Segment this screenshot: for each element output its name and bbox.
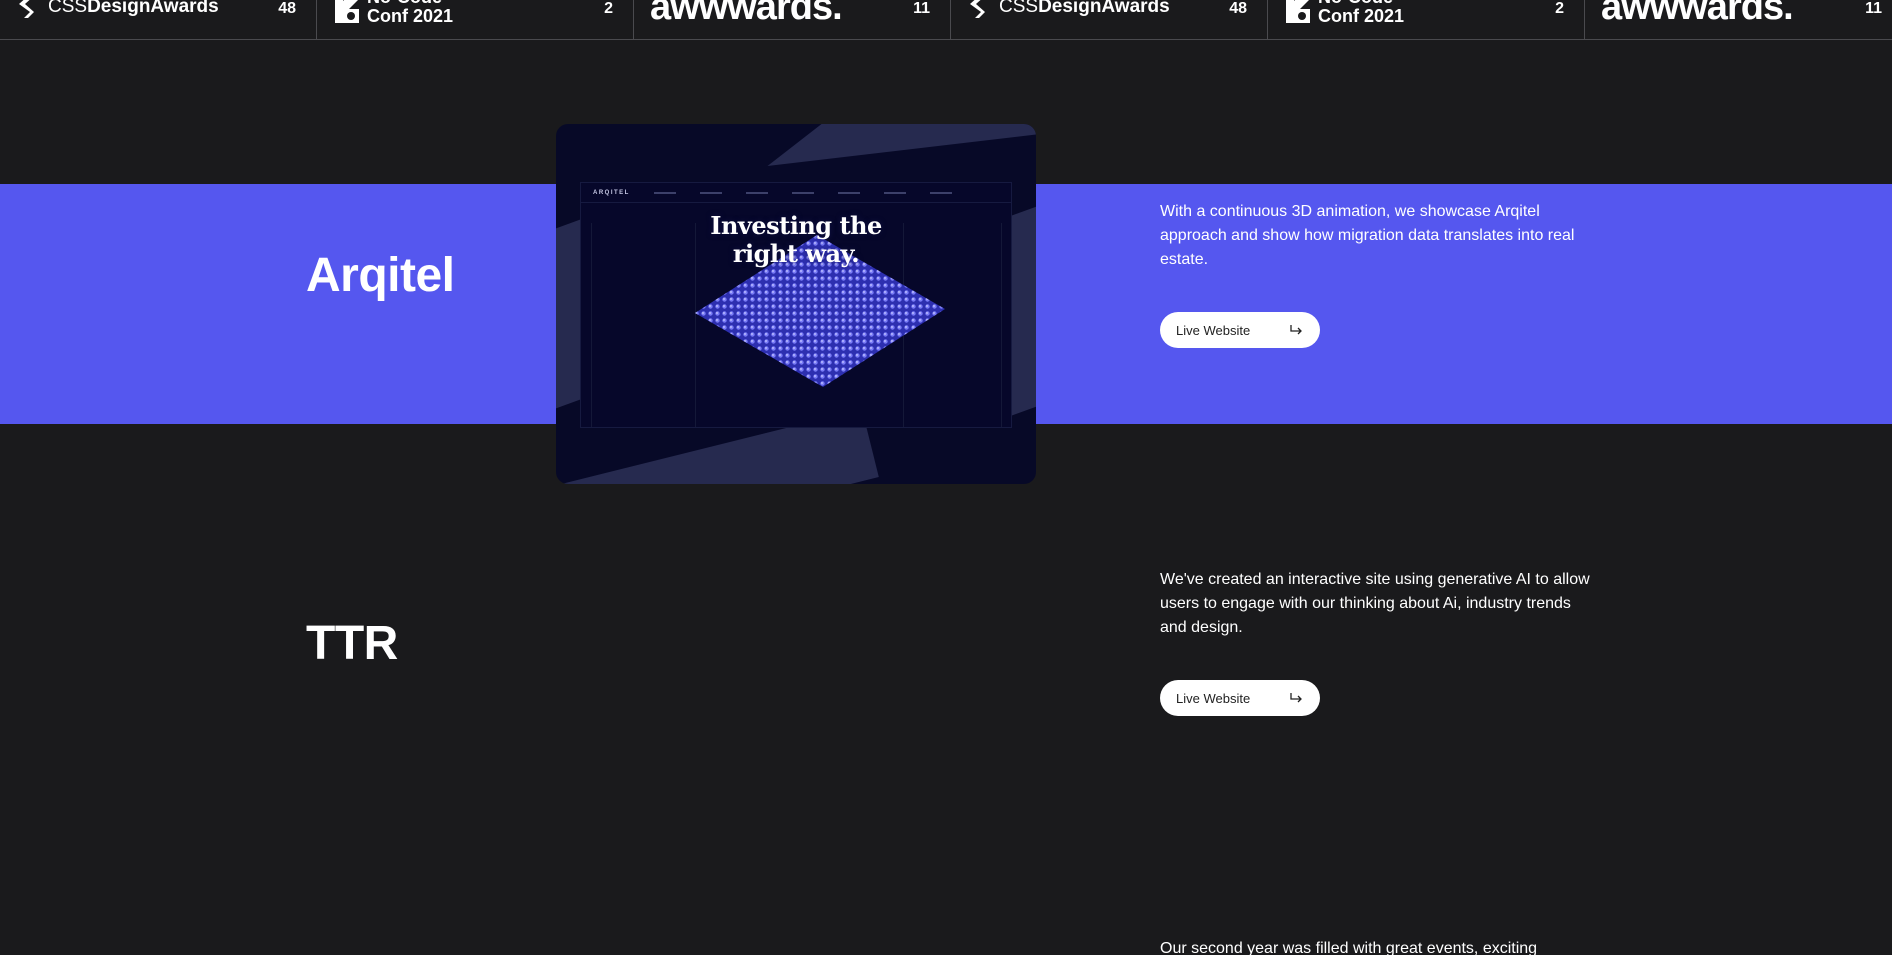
award-name-light: CSS (999, 0, 1039, 17)
awwwards-icon: awwwards. (1601, 0, 1794, 28)
arrow-return-right-icon (1290, 693, 1302, 703)
nocode-conf-icon (1286, 0, 1310, 23)
project-preview-arqitel[interactable]: ARQITEL Investing the right way. (556, 124, 1036, 484)
preview-nav: ARQITEL (581, 183, 1011, 203)
cssdesignawards-logo: CSSDesignAwards (967, 0, 1170, 20)
award-name-light: CSS (48, 0, 88, 17)
preview-nav-link (837, 191, 860, 194)
nocode-conf-logo: No-Code Conf 2021 (1284, 0, 1408, 26)
live-website-button-arqitel[interactable]: Live Website (1160, 312, 1320, 348)
nocode-conf-icon (335, 0, 359, 23)
award-name-bold: DesignAwards (87, 0, 219, 17)
award-nocode: No-Code Conf 2021 2 (1268, 0, 1585, 40)
project-title-arqitel: Arqitel (306, 249, 455, 302)
decorative-stripe (767, 124, 1036, 166)
awards-strip: CSSDesignAwards 48 No-Code Conf 2021 2 a… (0, 0, 1892, 40)
preview-headline: Investing the right way. (710, 211, 882, 268)
project-description-ttr: We've created an interactive site using … (1160, 571, 1590, 636)
award-count: 48 (1229, 0, 1247, 17)
cssdesignawards-icon (970, 0, 985, 18)
project-description-next: Our second year was filled with great ev… (1160, 940, 1538, 955)
award-count: 48 (278, 0, 296, 17)
page: CSSDesignAwards 48 No-Code Conf 2021 2 a… (0, 0, 1892, 955)
award-name: No-Code Conf 2021 (1318, 0, 1405, 26)
project-title-ttr: TTR (306, 617, 398, 670)
award-count: 2 (604, 0, 613, 17)
award-count: 11 (913, 0, 930, 17)
nocode-conf-logo: No-Code Conf 2021 (333, 0, 457, 26)
award-nocode: No-Code Conf 2021 2 (317, 0, 634, 40)
awwwards-logo: awwwards. (650, 0, 843, 29)
preview-nav-link (791, 191, 814, 194)
preview-nav-link (699, 191, 722, 194)
cssdesignawards-logo: CSSDesignAwards (16, 0, 219, 20)
award-cssdesignawards: CSSDesignAwards 48 (0, 0, 317, 40)
preview-nav-link (883, 191, 906, 194)
preview-nav-link (929, 191, 952, 194)
arrow-return-right-icon (1290, 325, 1302, 335)
award-awwwards: awwwards. 11 (634, 0, 951, 40)
live-website-label: Live Website (1176, 322, 1251, 338)
award-awwwards: awwwards. 11 (1585, 0, 1892, 40)
award-name: No-Code Conf 2021 (367, 0, 454, 26)
preview-nav-link (745, 191, 768, 194)
award-name-bold: DesignAwards (1038, 0, 1170, 17)
live-website-label: Live Website (1176, 690, 1251, 706)
preview-brand: ARQITEL (593, 189, 630, 196)
award-count: 2 (1555, 0, 1564, 17)
cssdesignawards-icon (19, 0, 34, 18)
award-count: 11 (1865, 0, 1882, 17)
live-website-button-ttr[interactable]: Live Website (1160, 680, 1320, 716)
awwwards-logo: awwwards. (1601, 0, 1794, 29)
award-cssdesignawards: CSSDesignAwards 48 (951, 0, 1268, 40)
preview-nav-link (653, 191, 676, 194)
awwwards-icon: awwwards. (650, 0, 843, 28)
project-description-arqitel: With a continuous 3D animation, we showc… (1160, 203, 1575, 268)
